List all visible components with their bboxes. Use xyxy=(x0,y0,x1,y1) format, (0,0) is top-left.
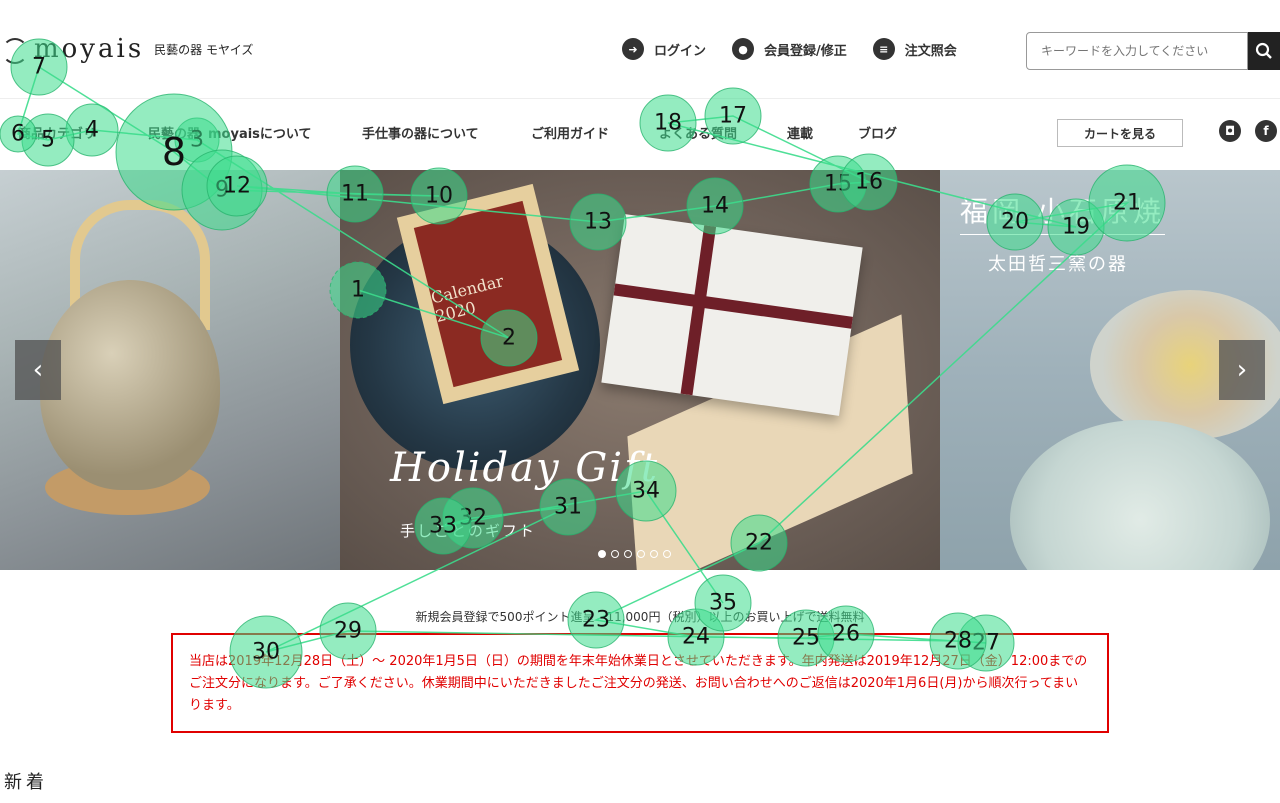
login-label: ログイン xyxy=(654,43,707,59)
nav-item-about[interactable]: moyaisについて xyxy=(208,123,312,142)
site-logo[interactable]: moyais 民藝の器 モヤイズ xyxy=(0,34,253,64)
register-link[interactable]: ● 会員登録/修正 xyxy=(732,38,847,60)
login-icon: ➜ xyxy=(622,38,644,60)
gift-box xyxy=(601,214,863,416)
login-link[interactable]: ➜ ログイン xyxy=(622,38,706,60)
logo-mark-icon xyxy=(0,36,30,64)
promo-banner: 新規会員登録で500ポイント進呈 11,000円（税別）以上のお買い上げで送料無… xyxy=(415,610,865,624)
hero-script-title: Holiday Gift xyxy=(390,445,659,491)
calendar-text: Calendar 2020 xyxy=(413,200,563,388)
account-links: ➜ ログイン ● 会員登録/修正 ≡ 注文照会 xyxy=(622,38,957,60)
slide-holiday-gift[interactable]: Calendar 2020 Holiday Gift 手しごとのギフト xyxy=(340,170,940,570)
slider-dot[interactable] xyxy=(663,550,671,558)
ribbon-horizontal xyxy=(613,283,853,329)
hero-slider[interactable]: Calendar 2020 Holiday Gift 手しごとのギフト 福岡 小… xyxy=(0,170,1280,570)
slider-dot[interactable] xyxy=(598,550,606,558)
slide-right-title: 福岡 小石原焼 xyxy=(960,190,1165,235)
nav-item-series[interactable]: 連載 xyxy=(787,123,813,142)
register-label: 会員登録/修正 xyxy=(764,43,847,59)
view-cart-button[interactable]: カートを見る xyxy=(1057,119,1183,147)
search-icon xyxy=(1255,42,1272,59)
nav-item-handcraft[interactable]: 手仕事の器について xyxy=(362,123,479,142)
slider-prev-button[interactable]: ‹ xyxy=(15,340,61,400)
nav-item-faq[interactable]: よくある質問 xyxy=(659,123,737,142)
main-nav: 商品カテゴリ 民藝の器 moyaisについて 手仕事の器について ご利用ガイド … xyxy=(0,99,1280,169)
search-input[interactable] xyxy=(1026,32,1248,70)
bowl-image-large xyxy=(1010,420,1270,570)
slider-dot[interactable] xyxy=(650,550,658,558)
slider-next-button[interactable]: › xyxy=(1219,340,1265,400)
nav-item-guide[interactable]: ご利用ガイド xyxy=(531,123,609,142)
site-header: moyais 民藝の器 モヤイズ ➜ ログイン ● 会員登録/修正 ≡ 注文照会 xyxy=(0,0,1280,99)
slider-dot[interactable] xyxy=(624,550,632,558)
logo-subtitle: 民藝の器 モヤイズ xyxy=(154,42,254,57)
slide-right-subtitle: 太田哲三窯の器 xyxy=(988,254,1128,275)
nav-item-mingei[interactable]: 民藝の器 xyxy=(148,123,200,142)
ribbon-vertical xyxy=(680,225,717,396)
slider-dot[interactable] xyxy=(611,550,619,558)
order-lookup-label: 注文照会 xyxy=(904,43,957,59)
nav-item-categories[interactable]: 商品カテゴリ xyxy=(18,123,96,142)
slider-dots xyxy=(598,550,671,558)
slider-dot[interactable] xyxy=(637,550,645,558)
user-icon: ● xyxy=(732,38,755,60)
list-icon: ≡ xyxy=(872,38,895,60)
nav-item-blog[interactable]: ブログ xyxy=(858,123,897,142)
hero-subtitle: 手しごとのギフト xyxy=(400,522,536,540)
logo-text: moyais xyxy=(34,34,145,64)
order-lookup-link[interactable]: ≡ 注文照会 xyxy=(872,38,957,60)
facebook-icon[interactable]: f xyxy=(1255,120,1277,142)
search-button[interactable] xyxy=(1248,32,1280,70)
instagram-icon[interactable]: ◘ xyxy=(1219,120,1241,142)
teapot xyxy=(40,280,220,490)
holiday-notice: 当店は2019年12月28日（土）～ 2020年1月5日（日）の期間を年末年始休… xyxy=(171,633,1109,733)
section-title-new: 新着 xyxy=(4,772,48,793)
search-box xyxy=(1026,32,1280,70)
